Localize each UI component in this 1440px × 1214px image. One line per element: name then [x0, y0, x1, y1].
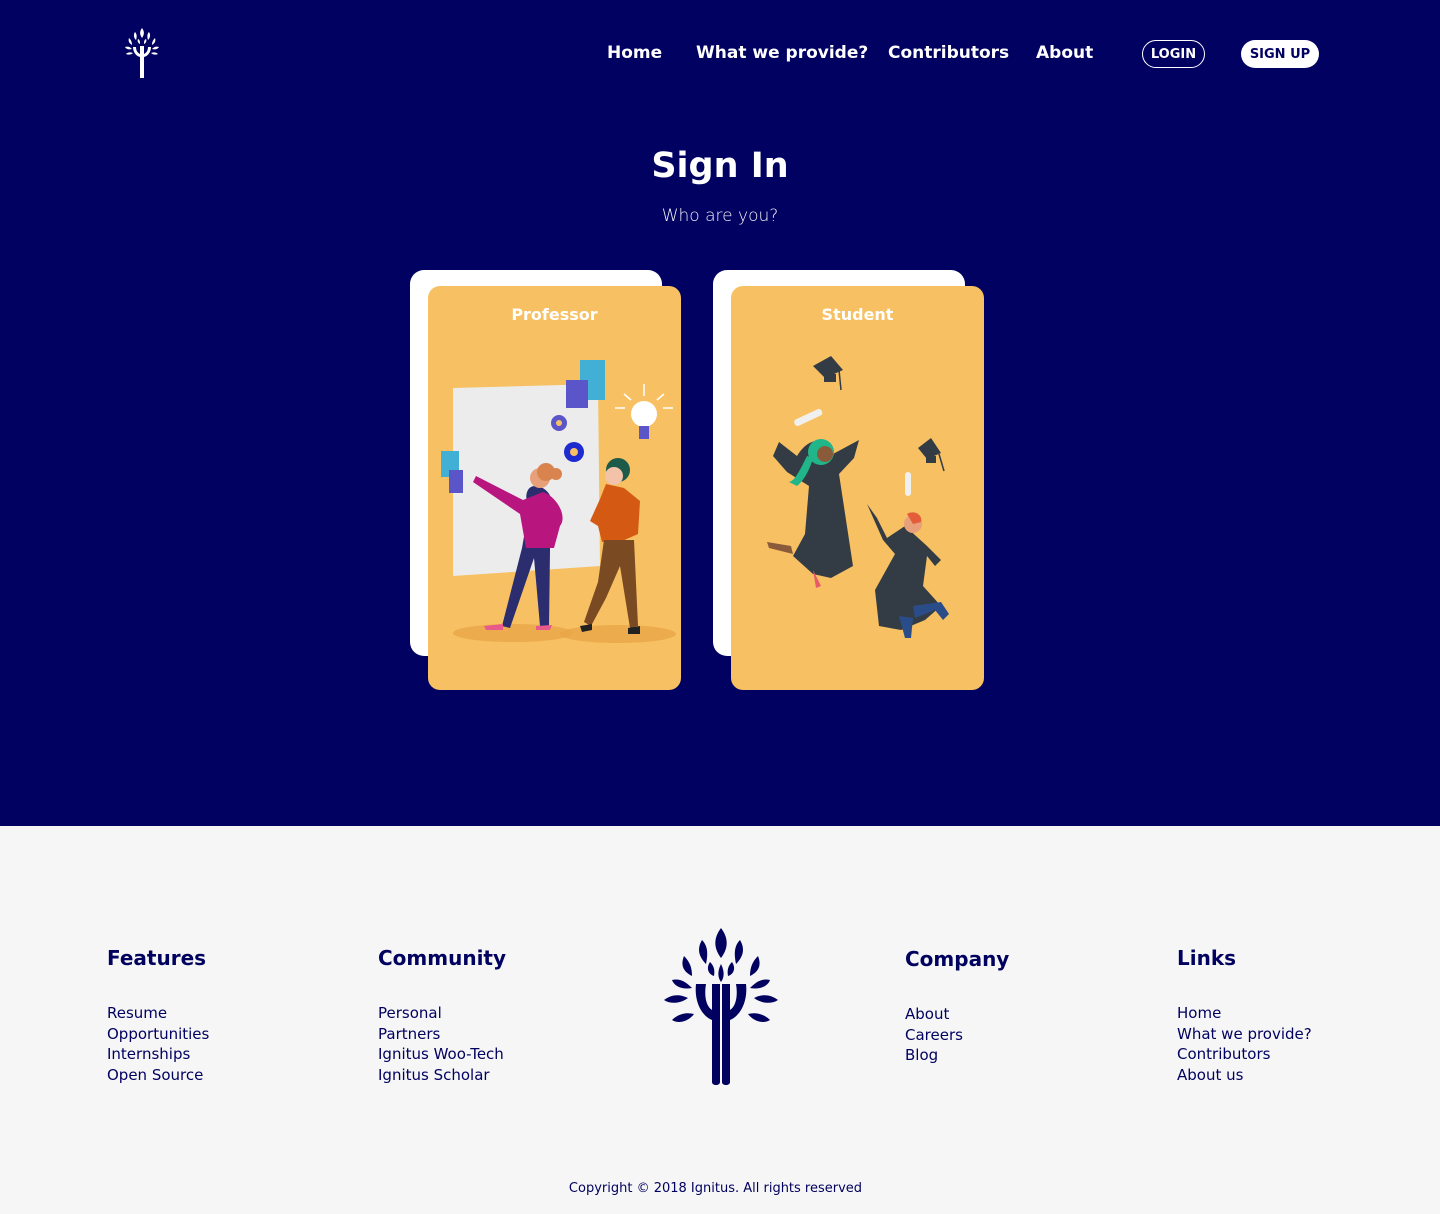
footer-heading: Features — [107, 946, 207, 970]
footer-link[interactable]: Resume — [107, 1003, 209, 1024]
footer-link[interactable]: Partners — [378, 1024, 506, 1045]
footer-heading: Links — [1177, 946, 1237, 970]
student-card[interactable]: Student — [713, 270, 985, 690]
nav-about[interactable]: About — [1036, 43, 1093, 63]
footer-col-features: Features Resume Opportunities Internship… — [107, 946, 209, 1086]
page-subtitle: Who are you? — [661, 206, 779, 226]
footer-link[interactable]: Internships — [107, 1044, 209, 1065]
hero-section: Home What we provide? Contributors About… — [0, 0, 1440, 826]
graduates-illustration — [767, 356, 949, 638]
footer-col-links: Links Home What we provide? Contributors… — [1177, 946, 1312, 1086]
nav-contributors[interactable]: Contributors — [888, 43, 1009, 63]
footer-heading: Company — [905, 947, 1010, 971]
footer-link[interactable]: Blog — [905, 1045, 1009, 1066]
professor-card[interactable]: Professor — [410, 270, 682, 690]
footer-link[interactable]: Ignitus Scholar — [378, 1065, 506, 1086]
footer-link[interactable]: Ignitus Woo-Tech — [378, 1044, 506, 1065]
professor-card-label: Professor — [511, 305, 598, 324]
footer-link[interactable]: Open Source — [107, 1065, 209, 1086]
footer-link[interactable]: Contributors — [1177, 1044, 1312, 1065]
student-card-face[interactable]: Student — [731, 286, 984, 690]
ignitus-logo-icon[interactable] — [120, 26, 164, 80]
footer-col-community: Community Personal Partners Ignitus Woo-… — [378, 946, 506, 1086]
footer-link[interactable]: What we provide? — [1177, 1024, 1312, 1045]
professor-card-face[interactable]: Professor — [428, 286, 681, 690]
footer-link[interactable]: Personal — [378, 1003, 506, 1024]
footer-link[interactable]: Opportunities — [107, 1024, 209, 1045]
page-title: Sign In — [651, 146, 789, 186]
login-button[interactable]: LOGIN — [1142, 40, 1205, 68]
footer-heading: Community — [378, 946, 507, 970]
nav-what-we-provide[interactable]: What we provide? — [696, 43, 868, 63]
professors-illustration — [441, 360, 676, 643]
signup-button[interactable]: SIGN UP — [1241, 40, 1319, 68]
copyright-text: Copyright © 2018 Ignitus. All rights res… — [568, 1181, 863, 1196]
ignitus-logo-icon — [664, 928, 778, 1085]
footer-link[interactable]: About — [905, 1004, 1009, 1025]
footer-link[interactable]: Home — [1177, 1003, 1312, 1024]
footer-col-company: Company About Careers Blog — [905, 947, 1009, 1066]
footer-link[interactable]: About us — [1177, 1065, 1312, 1086]
nav-home[interactable]: Home — [607, 43, 662, 63]
footer-link[interactable]: Careers — [905, 1025, 1009, 1046]
student-card-label: Student — [821, 305, 894, 324]
